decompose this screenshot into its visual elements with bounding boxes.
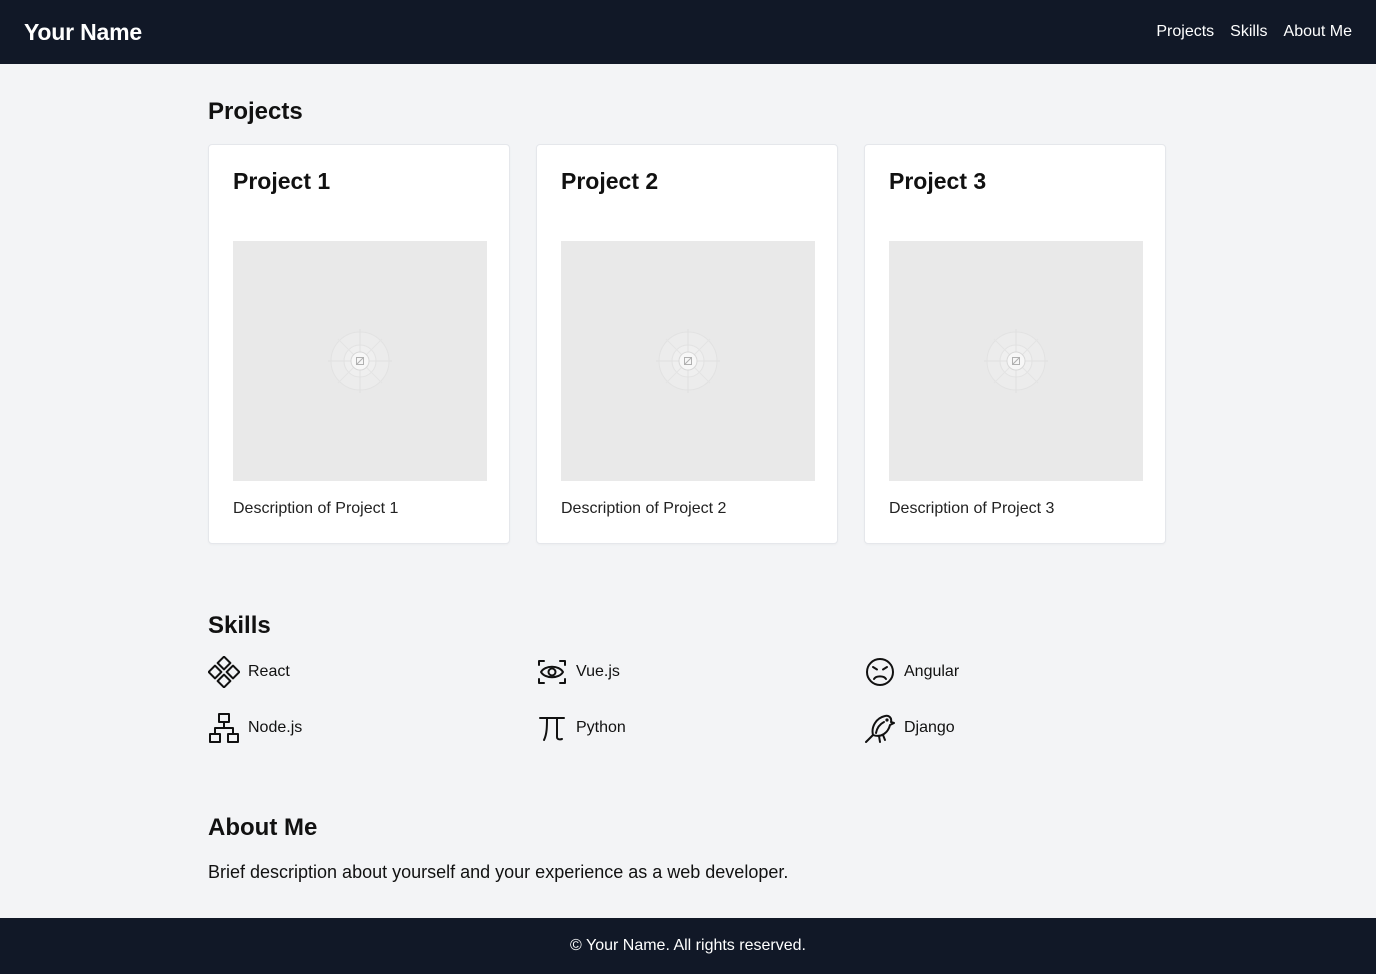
project-cards: Project 1 Description of Project 1 Proje… <box>208 144 1168 544</box>
site-footer: © Your Name. All rights reserved. <box>0 918 1376 974</box>
skill-item-nodejs: Node.js <box>208 712 536 744</box>
nav-link-about-me[interactable]: About Me <box>1284 23 1352 41</box>
main-content: Projects Project 1 Description of Projec… <box>208 64 1168 883</box>
angry-face-icon <box>864 656 896 688</box>
about-heading: About Me <box>208 814 318 841</box>
project-description: Description of Project 3 <box>889 500 1055 517</box>
image-placeholder-icon <box>328 329 392 393</box>
skill-label: Angular <box>904 663 960 680</box>
image-placeholder-icon <box>656 329 720 393</box>
about-section: About Me Brief description about yoursel… <box>208 814 1168 883</box>
eye-frame-icon <box>536 656 568 688</box>
projects-section: Projects Project 1 Description of Projec… <box>208 98 1168 544</box>
skill-item-django: Django <box>864 712 1168 744</box>
skill-label: Vue.js <box>576 663 620 680</box>
diamonds-icon <box>208 656 240 688</box>
about-description: Brief description about yourself and you… <box>208 862 789 882</box>
hierarchy-icon <box>208 712 240 744</box>
site-brand[interactable]: Your Name <box>24 19 142 46</box>
skill-label: Node.js <box>248 719 303 736</box>
project-card[interactable]: Project 3 Description of Project 3 <box>864 144 1166 544</box>
copyright-text: © Your Name. All rights reserved. <box>570 937 806 954</box>
top-navbar: Your Name Projects Skills About Me <box>0 0 1376 64</box>
project-card[interactable]: Project 1 Description of Project 1 <box>208 144 510 544</box>
projects-heading: Projects <box>208 98 303 125</box>
skill-item-python: Python <box>536 712 864 744</box>
skill-label: Python <box>576 719 626 736</box>
pi-icon <box>536 712 568 744</box>
main-nav: Projects Skills About Me <box>1156 23 1352 41</box>
project-image <box>561 241 815 481</box>
skills-heading: Skills <box>208 612 271 639</box>
project-card[interactable]: Project 2 Description of Project 2 <box>536 144 838 544</box>
project-title: Project 3 <box>889 168 987 194</box>
project-description: Description of Project 1 <box>233 500 399 517</box>
nav-link-skills[interactable]: Skills <box>1230 23 1267 41</box>
skill-label: React <box>248 663 290 680</box>
project-title: Project 1 <box>233 168 331 194</box>
skill-item-react: React <box>208 656 536 688</box>
skill-item-angular: Angular <box>864 656 1168 688</box>
project-title: Project 2 <box>561 168 659 194</box>
nav-link-projects[interactable]: Projects <box>1156 23 1214 41</box>
bird-icon <box>864 712 896 744</box>
skill-item-vuejs: Vue.js <box>536 656 864 688</box>
project-image <box>233 241 487 481</box>
project-description: Description of Project 2 <box>561 500 727 517</box>
skills-section: Skills React Vue.js Angular Node.js Pyth… <box>208 612 1168 744</box>
skill-label: Django <box>904 719 955 736</box>
project-image <box>889 241 1143 481</box>
skills-grid: React Vue.js Angular Node.js Python Djan… <box>208 656 1168 744</box>
image-placeholder-icon <box>984 329 1048 393</box>
